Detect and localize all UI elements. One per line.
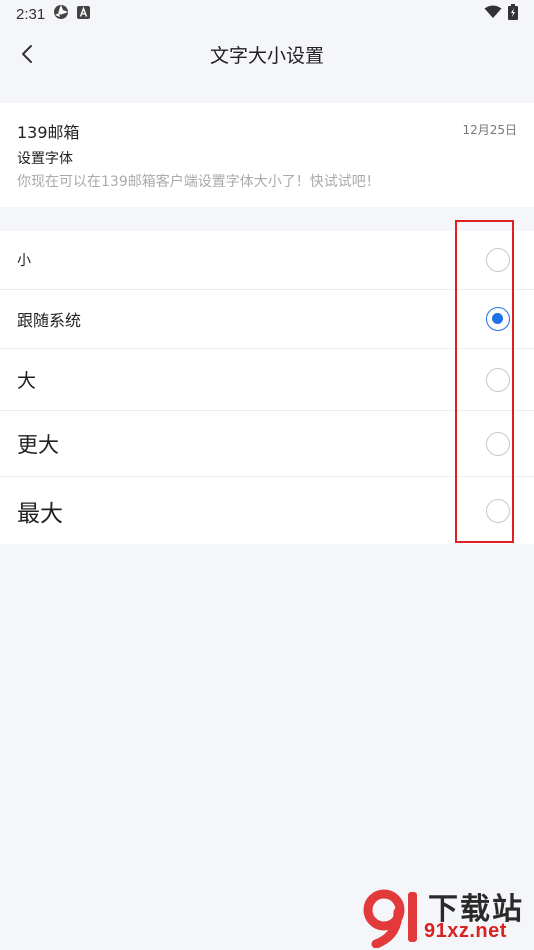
option-label: 更大 — [17, 432, 59, 457]
chevron-left-icon — [22, 45, 32, 63]
font-option-large[interactable]: 大 — [0, 349, 534, 411]
option-label: 跟随系统 — [17, 311, 82, 330]
watermark-logo: 下载站 91xz.net — [362, 884, 532, 948]
font-option-largest[interactable]: 最大 — [0, 477, 534, 544]
mail-preview-card: 139邮箱 12月25日 设置字体 你现在可以在139邮箱客户端设置字体大小了！… — [0, 103, 534, 207]
option-label: 最大 — [17, 500, 63, 527]
preview-summary: 你现在可以在139邮箱客户端设置字体大小了！快试试吧！ — [17, 174, 380, 190]
radio-button-checked[interactable] — [486, 307, 510, 331]
radio-button[interactable] — [486, 367, 510, 392]
preview-sender: 139邮箱 — [17, 123, 80, 142]
radio-button[interactable] — [486, 498, 510, 523]
status-bar: 2:31 — [0, 0, 534, 28]
font-size-options: 小 跟随系统 大 更大 最大 — [0, 231, 534, 544]
status-right — [484, 4, 518, 24]
watermark-bottom-text: 91xz.net — [424, 920, 507, 942]
preview-date: 12月25日 — [462, 123, 517, 137]
radio-button[interactable] — [486, 248, 510, 272]
font-option-larger[interactable]: 更大 — [0, 411, 534, 477]
battery-icon — [508, 4, 518, 24]
radio-button[interactable] — [486, 431, 510, 456]
wifi-icon — [484, 5, 502, 23]
status-time: 2:31 — [16, 5, 46, 23]
back-button[interactable] — [12, 38, 44, 70]
font-option-follow-system[interactable]: 跟随系统 — [0, 290, 534, 349]
status-left: 2:31 — [16, 4, 91, 24]
font-option-small[interactable]: 小 — [0, 231, 534, 290]
page-title: 文字大小设置 — [209, 44, 324, 67]
option-label: 大 — [17, 370, 37, 392]
notification-app-icon — [53, 4, 69, 24]
notification-a-icon — [77, 5, 91, 23]
watermark-91-icon — [363, 889, 417, 948]
nav-bar: 文字大小设置 — [0, 28, 534, 80]
option-label: 小 — [17, 253, 31, 269]
preview-subject: 设置字体 — [17, 151, 73, 167]
